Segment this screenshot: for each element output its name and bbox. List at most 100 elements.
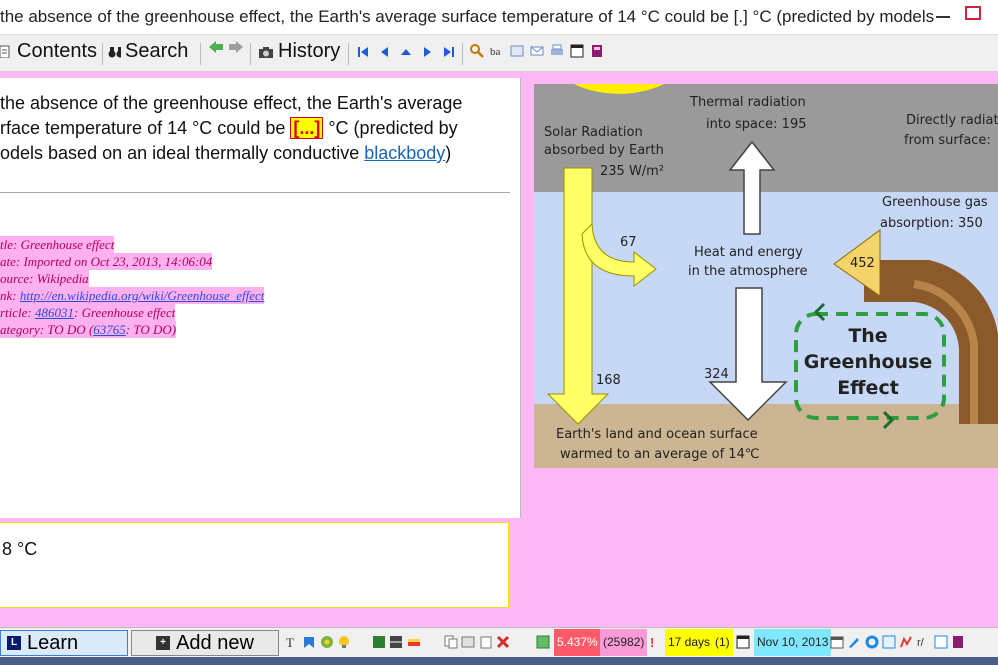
script-icon[interactable]: r/: [917, 635, 931, 649]
edit-icon[interactable]: [882, 635, 896, 649]
direct-label-1: Directly radiat: [906, 113, 998, 128]
duplicate-icon[interactable]: [461, 635, 475, 649]
flag-icon[interactable]: [407, 635, 421, 649]
question-text: the absence of the greenhouse effect, th…: [0, 91, 505, 166]
contents-icon: [0, 45, 10, 58]
paste-icon[interactable]: [479, 635, 493, 649]
ref-link: nk: http://en.wikipedia.org/wiki/Greenho…: [0, 287, 265, 304]
bookmark-icon[interactable]: [302, 635, 316, 649]
flower-icon[interactable]: [320, 635, 334, 649]
window-icon[interactable]: [736, 635, 750, 649]
heat-label-2: in the atmosphere: [688, 264, 807, 279]
solar-label-1: Solar Radiation: [544, 125, 643, 140]
add-new-button[interactable]: + Add new: [131, 630, 279, 656]
toolbar-divider: [250, 43, 251, 65]
maximize-button[interactable]: [965, 6, 981, 20]
solar-value: 235 W/m²: [600, 164, 664, 179]
search-button[interactable]: Search: [108, 40, 188, 63]
contents-label: Contents: [17, 40, 98, 62]
answer-pane[interactable]: 8 °C: [0, 522, 509, 608]
font-icon[interactable]: ba: [490, 44, 504, 58]
print-icon[interactable]: [550, 44, 564, 58]
last-icon[interactable]: [444, 46, 454, 58]
contents-button[interactable]: Contents: [0, 40, 97, 63]
ref-category-prefix: ategory: TO DO (: [0, 322, 94, 337]
add-new-label: Add new: [176, 631, 254, 654]
forward-arrow-icon[interactable]: [228, 40, 244, 54]
delete-icon[interactable]: [496, 635, 510, 649]
thermal-label-2: into space: 195: [706, 117, 807, 132]
ref-source: ource: Wikipedia: [0, 270, 89, 287]
value-67: 67: [620, 235, 637, 250]
text-icon[interactable]: T: [285, 635, 299, 650]
grid-icon[interactable]: [389, 635, 403, 649]
question-fragment: rface temperature of 14 °C could be: [0, 118, 291, 138]
ref-link-url[interactable]: http://en.wikipedia.org/wiki/Greenhouse_…: [20, 288, 265, 303]
copy-icon[interactable]: [444, 635, 458, 649]
add-new-icon: +: [156, 636, 171, 650]
next-icon[interactable]: [424, 46, 432, 58]
ref-article-prefix: rticle:: [0, 305, 36, 320]
value-168: 168: [596, 373, 621, 388]
question-fragment: °C (predicted by: [323, 118, 458, 138]
camera-icon: [259, 46, 273, 58]
heat-label-1: Heat and energy: [694, 245, 803, 260]
status-bar: L Learn + Add new T 5.437% (25982) ! 17 …: [0, 627, 998, 658]
date-label: Nov 10, 2013: [754, 629, 832, 656]
greenhouse-effect-diagram: Solar Radiation absorbed by Earth 235 W/…: [534, 84, 998, 468]
ref-article-id[interactable]: 486031: [35, 305, 74, 320]
question-line: rface temperature of 14 °C could be [...…: [0, 116, 505, 141]
window-icon[interactable]: [934, 635, 948, 649]
land-label-1: Earth's land and ocean surface: [556, 427, 758, 442]
direct-label-2: from surface:: [904, 133, 991, 148]
question-line: odels based on an ideal thermally conduc…: [0, 141, 505, 166]
chart-icon[interactable]: [899, 635, 913, 649]
book-icon[interactable]: [590, 44, 604, 58]
answer-text: 8 °C: [2, 539, 38, 559]
ref-article: rticle: 486031: Greenhouse effect: [0, 304, 176, 321]
calendar-icon[interactable]: [830, 635, 844, 649]
svg-text:r/: r/: [917, 637, 925, 649]
title-bar: the absence of the greenhouse effect, th…: [0, 0, 998, 35]
ref-category: ategory: TO DO (63765: TO DO): [0, 321, 177, 338]
gh-gas-label-2: absorption: 350: [880, 216, 983, 231]
value-452: 452: [850, 256, 875, 271]
blackbody-link[interactable]: blackbody: [364, 143, 445, 163]
back-arrow-icon[interactable]: [208, 40, 224, 54]
find-icon[interactable]: [470, 44, 484, 58]
ref-date: ate: Imported on Oct 23, 2013, 14:06:04: [0, 253, 213, 270]
ref-title: tle: Greenhouse effect: [0, 236, 115, 253]
mail-icon[interactable]: [530, 44, 544, 58]
ref-link-prefix: nk:: [0, 288, 20, 303]
pen-icon[interactable]: [847, 635, 861, 649]
first-icon[interactable]: [358, 46, 368, 58]
divider: [0, 192, 510, 193]
gh-gas-label-1: Greenhouse gas: [882, 195, 988, 210]
elements-icon[interactable]: [372, 635, 386, 649]
question-fragment: odels based on an ideal thermally conduc…: [0, 143, 365, 163]
history-button[interactable]: History: [258, 40, 340, 63]
window-icon[interactable]: [570, 44, 584, 58]
value-324: 324: [704, 367, 729, 382]
learn-button[interactable]: L Learn: [0, 630, 128, 656]
toolbar-divider: [462, 43, 463, 65]
lightbulb-icon[interactable]: [337, 635, 351, 649]
reference-info: tle: Greenhouse effect ate: Imported on …: [0, 236, 265, 338]
image-icon[interactable]: [510, 44, 524, 58]
minimize-button[interactable]: [936, 16, 950, 18]
learn-label: Learn: [27, 631, 79, 654]
question-fragment: ): [445, 143, 452, 163]
tree-icon[interactable]: [536, 635, 550, 649]
ref-category-suffix: : TO DO): [125, 322, 177, 337]
up-icon[interactable]: [400, 46, 412, 58]
alert-icon[interactable]: !: [650, 635, 654, 650]
history-label: History: [278, 40, 341, 62]
greenhouse-title-1: The: [848, 325, 887, 347]
ref-category-id[interactable]: 63765: [93, 322, 126, 337]
book-icon[interactable]: [951, 635, 965, 649]
gear-icon[interactable]: [865, 635, 879, 649]
toolbar-divider: [348, 43, 349, 65]
greenhouse-title-2: Greenhouse: [804, 351, 933, 373]
toolbar-divider: [102, 43, 103, 65]
previous-icon[interactable]: [380, 46, 388, 58]
